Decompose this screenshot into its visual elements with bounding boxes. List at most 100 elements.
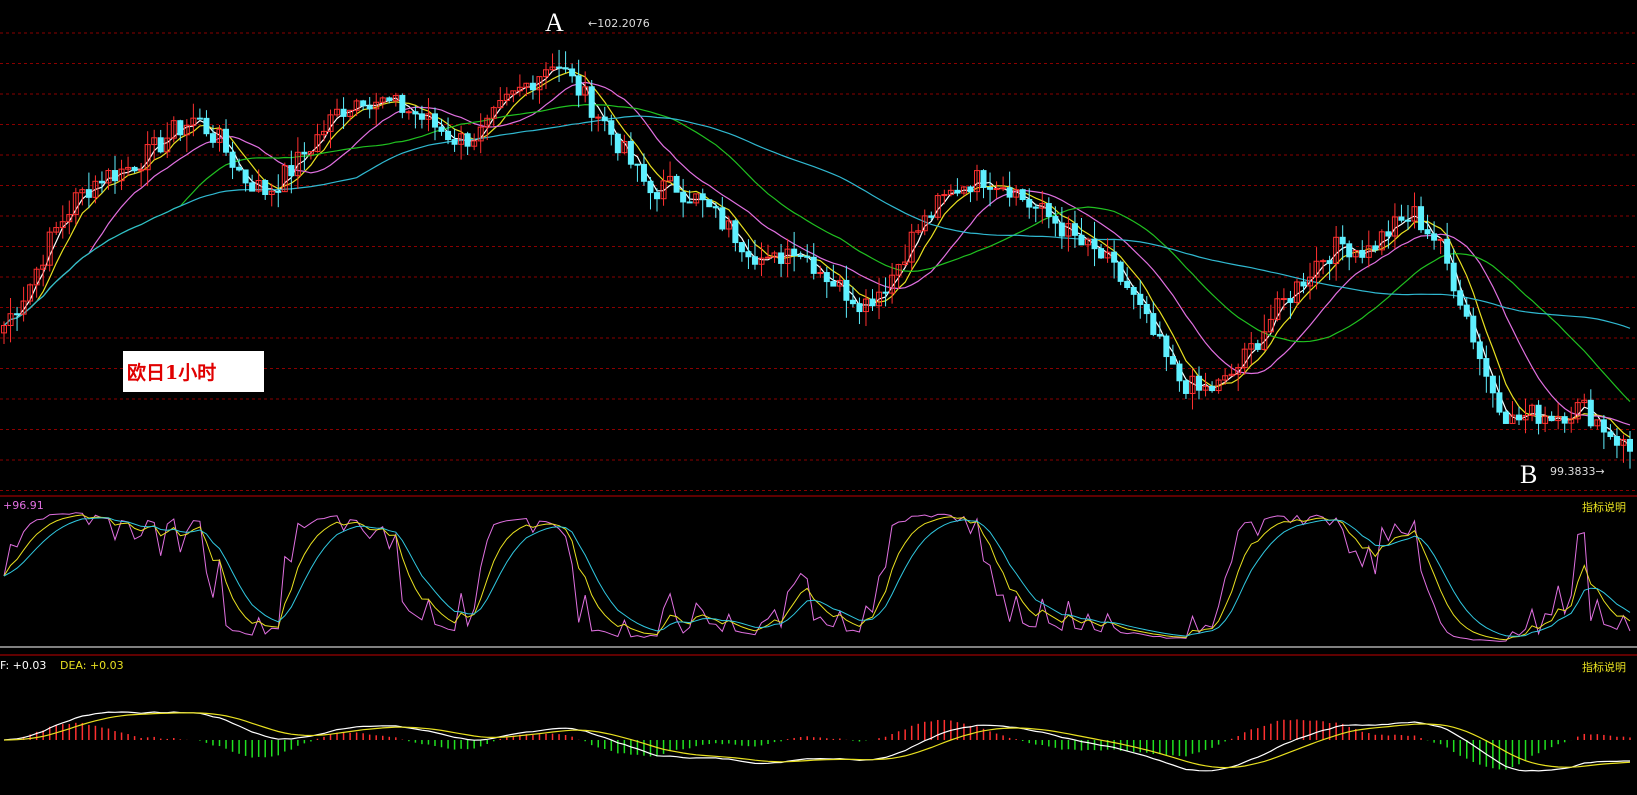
candle-body bbox=[1163, 335, 1170, 358]
candle-body bbox=[85, 189, 92, 198]
candle-body bbox=[1182, 380, 1189, 394]
candle-body bbox=[1424, 229, 1431, 235]
candle-body bbox=[686, 201, 693, 204]
candle-body bbox=[738, 242, 745, 253]
candle-body bbox=[1457, 290, 1464, 306]
candle-body bbox=[980, 170, 987, 188]
instrument-label: 欧日1小时 bbox=[123, 351, 264, 392]
candle-body bbox=[229, 151, 236, 168]
macd-help-link[interactable]: 指标说明 bbox=[1582, 659, 1626, 675]
candle-body bbox=[745, 251, 752, 258]
candle-body bbox=[1502, 411, 1509, 424]
candle-body bbox=[399, 94, 406, 113]
candle-body bbox=[823, 272, 830, 283]
candle-body bbox=[242, 169, 249, 184]
candle-body bbox=[634, 163, 641, 166]
candle-body bbox=[843, 279, 850, 301]
candle-body bbox=[1000, 187, 1007, 190]
candle-body bbox=[954, 189, 961, 194]
candle-body bbox=[209, 133, 216, 143]
candle-body bbox=[1254, 343, 1261, 350]
kdj-k-line bbox=[3, 512, 1631, 642]
candle-body bbox=[1026, 199, 1033, 208]
candle-body bbox=[112, 170, 119, 182]
candle-body bbox=[1496, 392, 1503, 413]
candle-body bbox=[1548, 415, 1555, 422]
candle-body bbox=[732, 220, 739, 244]
candle-body bbox=[1137, 293, 1144, 305]
candle-body bbox=[608, 120, 615, 135]
candle-body bbox=[1111, 251, 1118, 263]
candle-body bbox=[418, 113, 425, 120]
candle-body bbox=[1431, 233, 1438, 241]
price-grid bbox=[0, 32, 1637, 491]
candle-body bbox=[249, 182, 256, 192]
candle-body bbox=[131, 166, 138, 172]
candle-body bbox=[1613, 436, 1620, 446]
candle-body bbox=[804, 255, 811, 258]
forex-chart[interactable] bbox=[0, 0, 1637, 795]
candle-body bbox=[1045, 203, 1052, 218]
candle-body bbox=[1359, 249, 1366, 258]
candle-body bbox=[1150, 313, 1157, 335]
candle-body bbox=[445, 130, 452, 141]
candle-body bbox=[236, 166, 243, 171]
candle-body bbox=[1339, 236, 1346, 245]
candle-body bbox=[712, 206, 719, 209]
candle-body bbox=[1404, 219, 1411, 222]
candle-body bbox=[1098, 248, 1105, 259]
candle-body bbox=[1209, 385, 1216, 392]
candle-body bbox=[431, 113, 438, 128]
candle-body bbox=[987, 186, 994, 190]
high-price-tag: ←102.2076 bbox=[588, 17, 650, 30]
candle-body bbox=[680, 191, 687, 203]
candle-body bbox=[673, 175, 680, 193]
low-price-tag: 99.3833→ bbox=[1550, 465, 1605, 478]
candle-body bbox=[405, 111, 412, 114]
macd-dea-line bbox=[3, 712, 1631, 769]
candle-body bbox=[1600, 419, 1607, 433]
candle-body bbox=[529, 82, 536, 91]
candle-body bbox=[640, 163, 647, 182]
candle-body bbox=[1470, 315, 1477, 343]
candle-body bbox=[360, 100, 367, 107]
candle-body bbox=[817, 272, 824, 275]
candle-body bbox=[98, 180, 105, 184]
kdj-value: +96.91 bbox=[3, 499, 44, 512]
candle-body bbox=[386, 97, 393, 102]
candle-body bbox=[856, 303, 863, 313]
candle-body bbox=[1280, 298, 1287, 301]
candle-body bbox=[647, 180, 654, 194]
candle-body bbox=[810, 256, 817, 274]
candle-body bbox=[366, 105, 373, 110]
candle-body bbox=[1483, 358, 1490, 377]
macd-dif-line bbox=[3, 711, 1630, 772]
candle-body bbox=[1196, 375, 1203, 391]
candle-body bbox=[1156, 333, 1163, 337]
candle-body bbox=[1444, 238, 1451, 264]
kdj-help-link[interactable]: 指标说明 bbox=[1582, 499, 1626, 515]
candle-body bbox=[301, 151, 308, 155]
candle-body bbox=[1627, 438, 1633, 452]
candle-body bbox=[595, 116, 602, 119]
candle-body bbox=[654, 192, 661, 200]
candle-body bbox=[849, 299, 856, 305]
candle-body bbox=[1515, 414, 1522, 421]
kdj-d-line bbox=[3, 514, 1631, 641]
candle-body bbox=[569, 68, 576, 77]
candle-body bbox=[177, 120, 184, 136]
candle-body bbox=[778, 252, 785, 264]
candle-body bbox=[562, 67, 569, 70]
candle-body bbox=[556, 66, 563, 69]
candle-body bbox=[1078, 234, 1085, 246]
candle-body bbox=[1535, 404, 1542, 424]
candle-body bbox=[699, 193, 706, 201]
candle-body bbox=[1143, 303, 1150, 315]
candle-body bbox=[1463, 304, 1470, 317]
kdj-panel bbox=[3, 512, 1631, 642]
candle-body bbox=[928, 215, 935, 218]
candle-body bbox=[797, 254, 804, 257]
candle-body bbox=[1372, 245, 1379, 251]
macd-panel bbox=[3, 711, 1631, 772]
candle-body bbox=[1287, 298, 1294, 303]
